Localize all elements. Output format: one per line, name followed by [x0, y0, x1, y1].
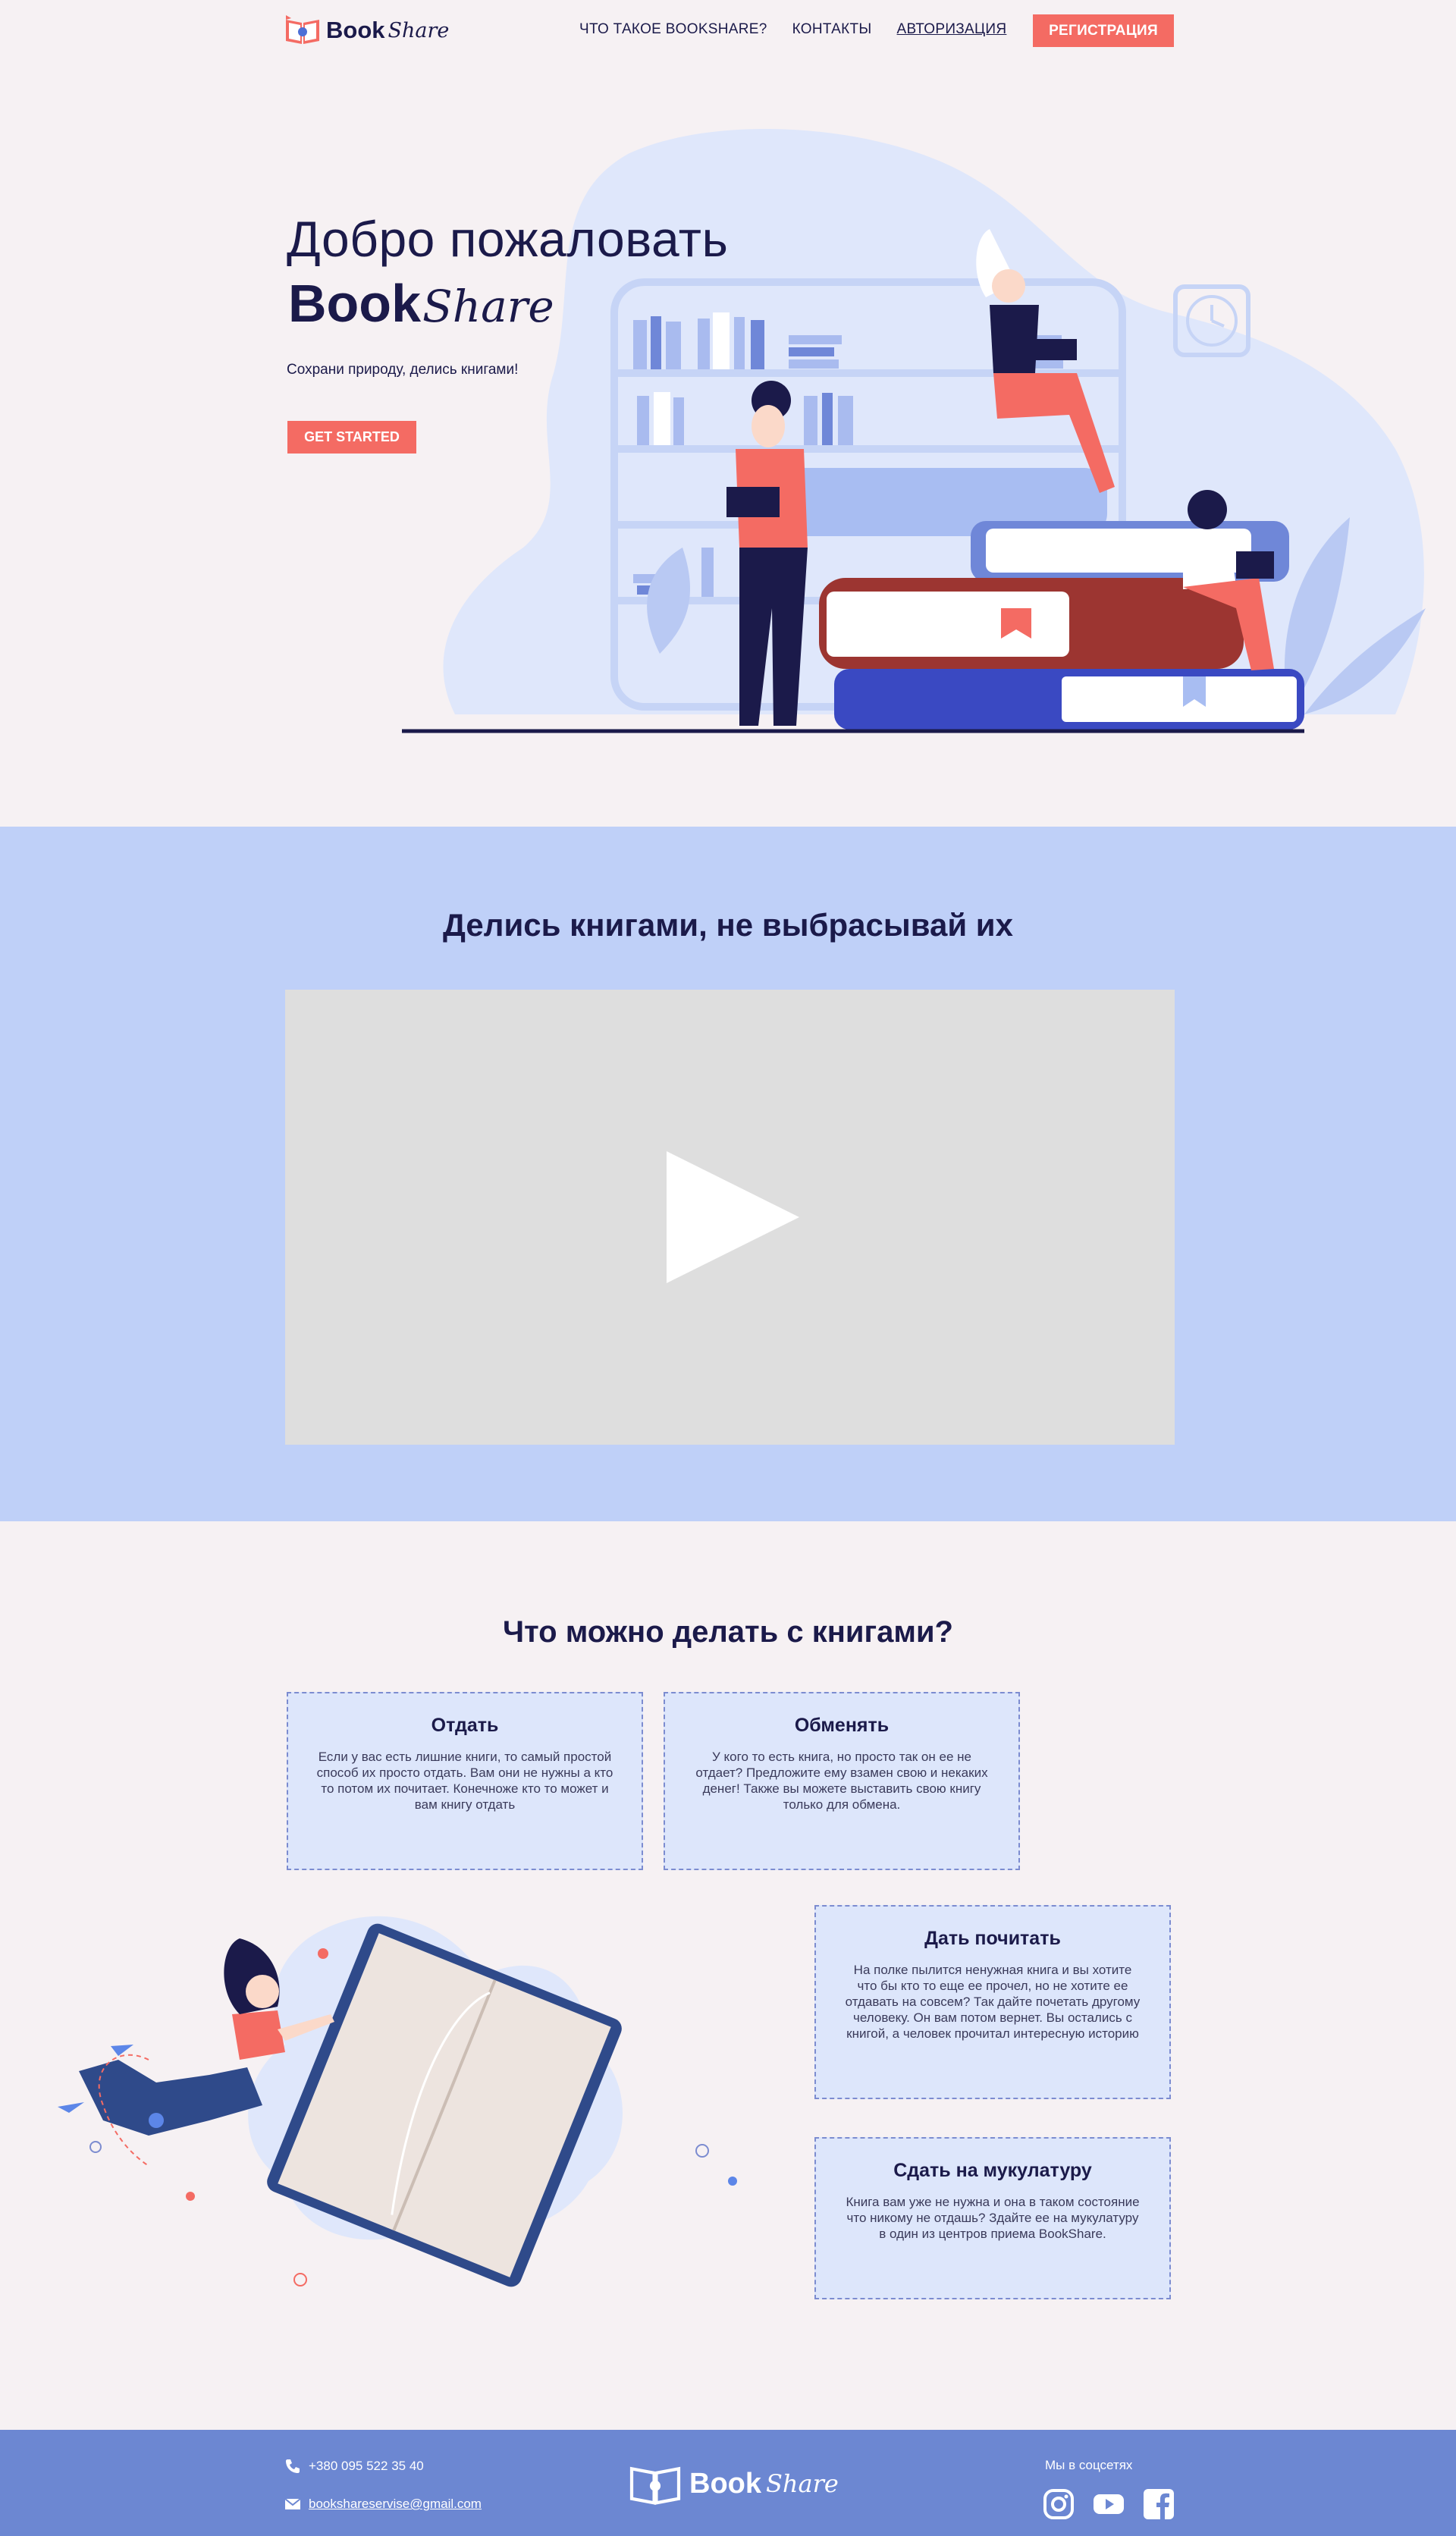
feature-card-give: Отдать Если у вас есть лишние книги, то …	[287, 1692, 643, 1870]
footer-logo[interactable]: Book Share	[626, 2460, 839, 2507]
feature-card-text: У кого то есть книга, но просто так он е…	[695, 1750, 988, 1812]
feature-card-recycle: Сдать на мукулатуру Книга вам уже не нуж…	[814, 2137, 1171, 2299]
social-links	[1043, 2488, 1175, 2520]
logo-book-text: Book	[326, 17, 385, 43]
instagram-icon[interactable]	[1043, 2488, 1075, 2520]
video-player[interactable]	[285, 990, 1175, 1445]
logo[interactable]: Book Share	[284, 14, 449, 47]
footer-logo-book: Book	[689, 2467, 761, 2500]
nav-about[interactable]: ЧТО ТАКОЕ BOOKSHARE?	[579, 21, 767, 38]
feature-card-exchange: Обменять У кого то есть книга, но просто…	[664, 1692, 1020, 1870]
social-label: Мы в соцсетях	[1045, 2458, 1133, 2472]
facebook-icon[interactable]	[1143, 2488, 1175, 2520]
feature-card-title: Обменять	[794, 1715, 890, 1736]
site-header: Book Share ЧТО ТАКОЕ BOOKSHARE? КОНТАКТЫ…	[0, 0, 1456, 62]
video-section: Делись книгами, не выбрасывай их	[0, 827, 1456, 1521]
feature-card-title: Дать почитать	[924, 1928, 1061, 1949]
nav-login[interactable]: АВТОРИЗАЦИЯ	[897, 21, 1007, 38]
book-logo-icon	[629, 2466, 681, 2505]
phone-icon	[286, 2459, 300, 2473]
hero-brand-book: Book	[288, 274, 421, 333]
video-section-title: Делись книгами, не выбрасывай их	[443, 907, 1013, 943]
youtube-icon[interactable]	[1093, 2488, 1125, 2520]
feature-card-title: Сдать на мукулатуру	[893, 2160, 1092, 2181]
footer-logo-share: Share	[766, 2469, 839, 2498]
site-footer: +380 095 522 35 40 bookshareservise@gmai…	[0, 2430, 1456, 2536]
hero-brand-share: Share	[422, 281, 554, 332]
feature-card-text: Если у вас есть лишние книги, то самый п…	[316, 1750, 613, 1812]
book-logo-icon	[286, 15, 319, 44]
footer-phone-text: +380 095 522 35 40	[309, 2459, 424, 2473]
hero-subtitle: Сохрани природу, делись книгами!	[287, 362, 519, 378]
main-nav: ЧТО ТАКОЕ BOOKSHARE? КОНТАКТЫ АВТОРИЗАЦИ…	[579, 21, 1031, 38]
register-button[interactable]: РЕГИСТРАЦИЯ	[1033, 14, 1174, 47]
features-section: Что можно делать с книгами? Отдать Если …	[0, 1521, 1456, 2430]
features-title: Что можно делать с книгами?	[503, 1615, 953, 1649]
feature-card-text: Книга вам уже не нужна и она в таком сос…	[846, 2195, 1140, 2241]
feature-card-text: На полке пылится ненужная книга и вы хот…	[845, 1963, 1141, 2041]
feature-card-lend: Дать почитать На полке пылится ненужная …	[814, 1905, 1171, 2099]
nav-contacts[interactable]: КОНТАКТЫ	[792, 21, 872, 38]
hero-brand: Book Share	[288, 273, 554, 334]
get-started-button[interactable]: GET STARTED	[287, 421, 416, 454]
logo-share-text: Share	[388, 18, 450, 42]
mail-icon	[284, 2498, 301, 2509]
hero-section: Добро пожаловать Book Share Сохрани прир…	[0, 62, 1456, 827]
footer-phone[interactable]: +380 095 522 35 40	[284, 2458, 424, 2475]
hero-title: Добро пожаловать	[287, 211, 729, 267]
flying-reader-illustration	[58, 1916, 737, 2287]
footer-email[interactable]: bookshareservise@gmail.com	[284, 2497, 482, 2512]
play-icon[interactable]	[667, 1151, 799, 1283]
feature-card-title: Отдать	[431, 1715, 499, 1736]
footer-email-text: bookshareservise@gmail.com	[309, 2497, 482, 2511]
